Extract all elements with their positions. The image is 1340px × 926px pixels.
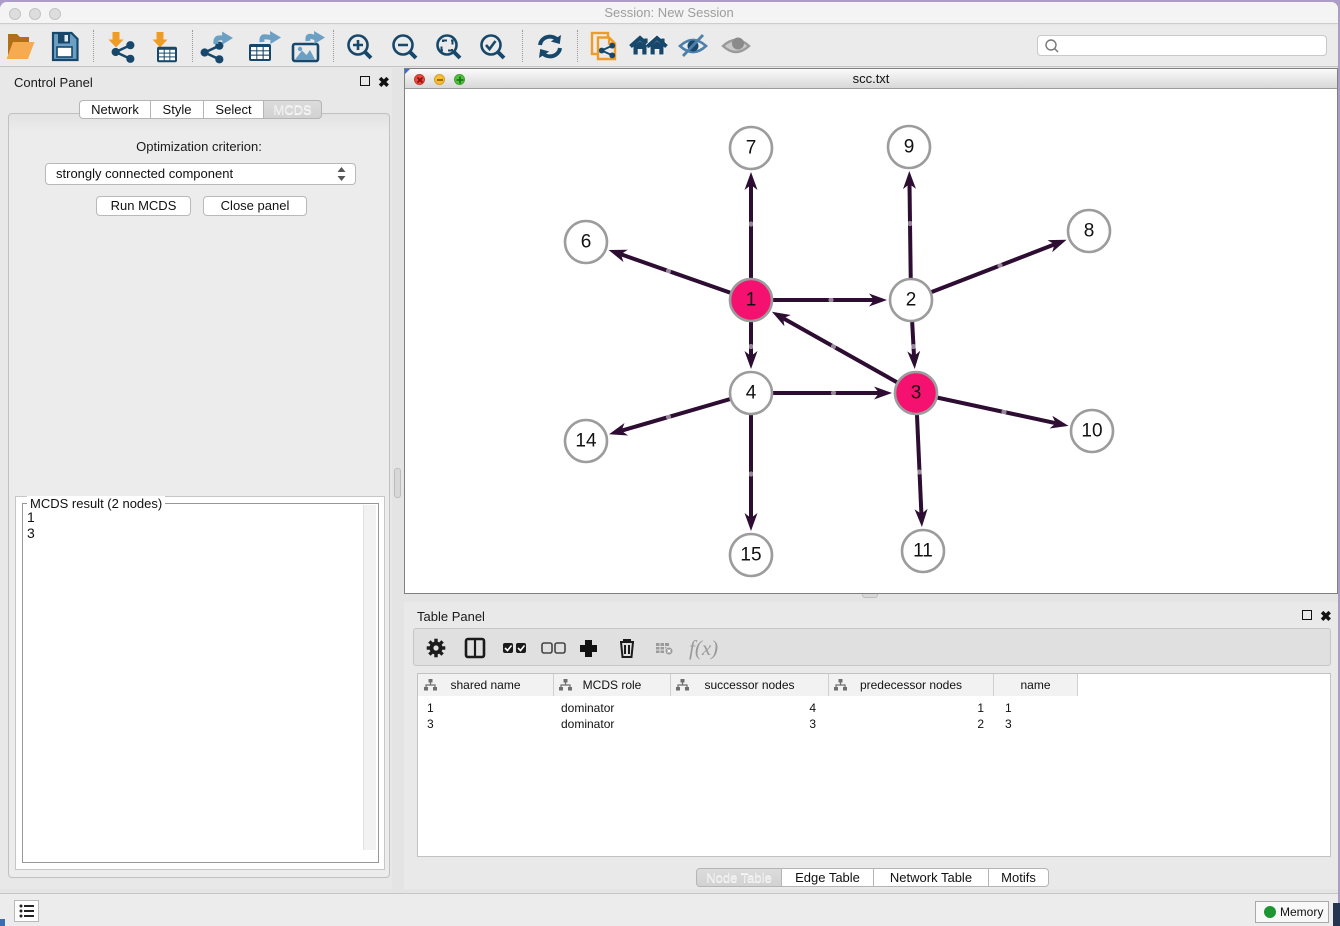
svg-text:9: 9 xyxy=(904,137,915,158)
svg-text:2: 2 xyxy=(906,290,917,311)
svg-text:8: 8 xyxy=(1084,221,1095,242)
svg-text:7: 7 xyxy=(746,138,757,159)
svg-text:6: 6 xyxy=(581,232,592,253)
svg-text:3: 3 xyxy=(911,383,922,404)
svg-text:10: 10 xyxy=(1081,421,1102,442)
svg-text:4: 4 xyxy=(746,383,757,404)
svg-text:11: 11 xyxy=(913,541,933,562)
svg-text:1: 1 xyxy=(746,290,757,311)
svg-text:14: 14 xyxy=(575,431,597,452)
svg-text:f(x): f(x) xyxy=(689,636,718,660)
svg-text:15: 15 xyxy=(740,545,761,566)
